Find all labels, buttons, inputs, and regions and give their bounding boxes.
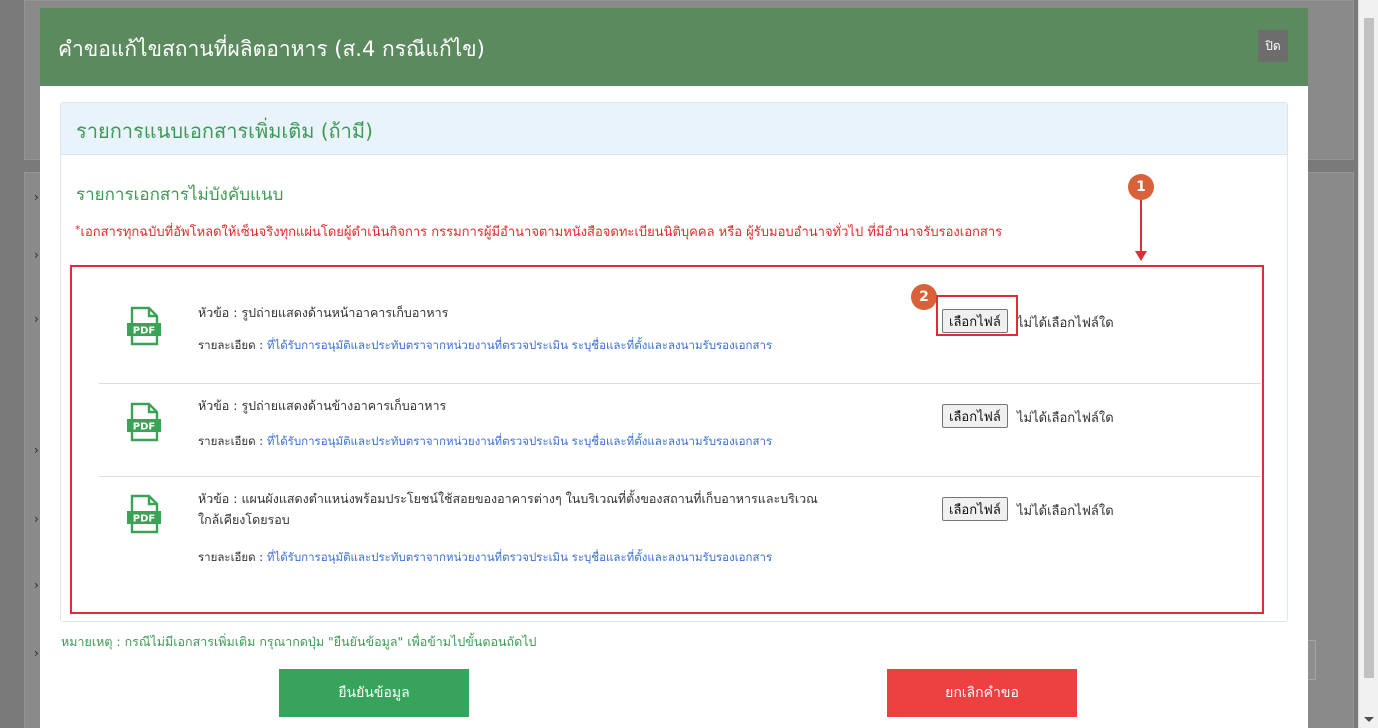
chevron-right-icon: ›	[34, 190, 39, 204]
signature-warning: *เอกสารทุกฉบับที่อัพโหลดให้เซ็นจริงทุกแผ…	[75, 221, 1002, 242]
chevron-right-icon: ›	[34, 512, 39, 526]
choose-file-button[interactable]: เลือกไฟล์	[942, 404, 1008, 428]
chevron-right-icon: ›	[34, 578, 39, 592]
panel-header: รายการแนบเอกสารเพิ่มเติม (ถ้ามี)	[61, 103, 1287, 155]
edit-request-modal: คำขอแก้ไขสถานที่ผลิตอาหาร (ส.4 กรณีแก้ไข…	[40, 8, 1308, 728]
detail-label: รายละเอียด :	[198, 550, 267, 564]
detail-label: รายละเอียด :	[198, 434, 267, 448]
cancel-request-button[interactable]: ยกเลิกคำขอ	[887, 669, 1077, 717]
optional-docs-title: รายการเอกสารไม่บังคับแนบ	[76, 185, 284, 205]
skip-note: หมายเหตุ : กรณีไม่มีเอกสารเพิ่มเติม กรุณ…	[61, 634, 537, 649]
document-topic: หัวข้อ : รูปถ่ายแสดงด้านข้างอาคารเก็บอาห…	[198, 398, 447, 413]
svg-text:PDF: PDF	[133, 422, 155, 433]
panel-title: รายการแนบเอกสารเพิ่มเติม (ถ้ามี)	[76, 119, 373, 143]
documents-list: PDF หัวข้อ : รูปถ่ายแสดงด้านหน้าอาคารเก็…	[70, 265, 1264, 614]
close-button[interactable]: ปิด	[1258, 30, 1288, 62]
choose-file-button[interactable]: เลือกไฟล์	[942, 497, 1008, 521]
page-scrollbar[interactable]	[1358, 0, 1378, 728]
annotation-marker-2: 2	[911, 284, 937, 310]
annotation-marker-1: 1	[1128, 174, 1154, 200]
document-topic: หัวข้อ : แผนผังแสดงตำแหน่งพร้อมประโยชน์ใ…	[198, 491, 818, 506]
document-topic-continued: ใกล้เคียงโดยรอบ	[198, 512, 290, 527]
document-topic: หัวข้อ : รูปถ่ายแสดงด้านหน้าอาคารเก็บอาห…	[198, 305, 449, 320]
file-status: ไม่ได้เลือกไฟล์ใด	[1017, 504, 1114, 519]
modal-title: คำขอแก้ไขสถานที่ผลิตอาหาร (ส.4 กรณีแก้ไข…	[58, 37, 485, 61]
svg-text:PDF: PDF	[133, 514, 155, 525]
file-status: ไม่ได้เลือกไฟล์ใด	[1017, 411, 1114, 426]
warning-text: เอกสารทุกฉบับที่อัพโหลดให้เซ็นจริงทุกแผ่…	[80, 225, 1003, 240]
modal-header: คำขอแก้ไขสถานที่ผลิตอาหาร (ส.4 กรณีแก้ไข…	[40, 8, 1308, 86]
chevron-right-icon: ›	[34, 646, 39, 660]
choose-file-highlight	[936, 295, 1018, 336]
detail-value: ที่ได้รับการอนุมัติและประทับตราจากหน่วยง…	[266, 434, 773, 448]
pdf-icon: PDF	[127, 402, 161, 442]
chevron-right-icon: ›	[34, 312, 39, 326]
svg-text:PDF: PDF	[133, 326, 155, 337]
list-item: PDF หัวข้อ : รูปถ่ายแสดงด้านหน้าอาคารเก็…	[99, 267, 1261, 384]
chevron-right-icon: ›	[34, 443, 39, 457]
pdf-icon: PDF	[127, 494, 161, 534]
pdf-icon: PDF	[127, 306, 161, 346]
document-detail: รายละเอียด : ที่ได้รับการอนุมัติและประทั…	[198, 337, 772, 355]
scrollbar-thumb[interactable]	[1364, 18, 1374, 678]
detail-value: ที่ได้รับการอนุมัติและประทับตราจากหน่วยง…	[266, 338, 773, 352]
file-status: ไม่ได้เลือกไฟล์ใด	[1017, 316, 1114, 331]
scroll-down-arrow-icon[interactable]	[1364, 717, 1374, 722]
confirm-button[interactable]: ยืนยันข้อมูล	[279, 669, 469, 717]
detail-value: ที่ได้รับการอนุมัติและประทับตราจากหน่วยง…	[266, 550, 773, 564]
document-detail: รายละเอียด : ที่ได้รับการอนุมัติและประทั…	[198, 433, 772, 451]
detail-label: รายละเอียด :	[198, 338, 267, 352]
list-item: PDF หัวข้อ : รูปถ่ายแสดงด้านข้างอาคารเก็…	[99, 385, 1261, 477]
document-detail: รายละเอียด : ที่ได้รับการอนุมัติและประทั…	[198, 549, 772, 567]
chevron-right-icon: ›	[34, 248, 39, 262]
annotation-arrow-head-icon	[1135, 251, 1147, 261]
list-item: PDF หัวข้อ : แผนผังแสดงตำแหน่งพร้อมประโย…	[99, 478, 1261, 598]
annotation-arrow-line	[1140, 200, 1142, 253]
